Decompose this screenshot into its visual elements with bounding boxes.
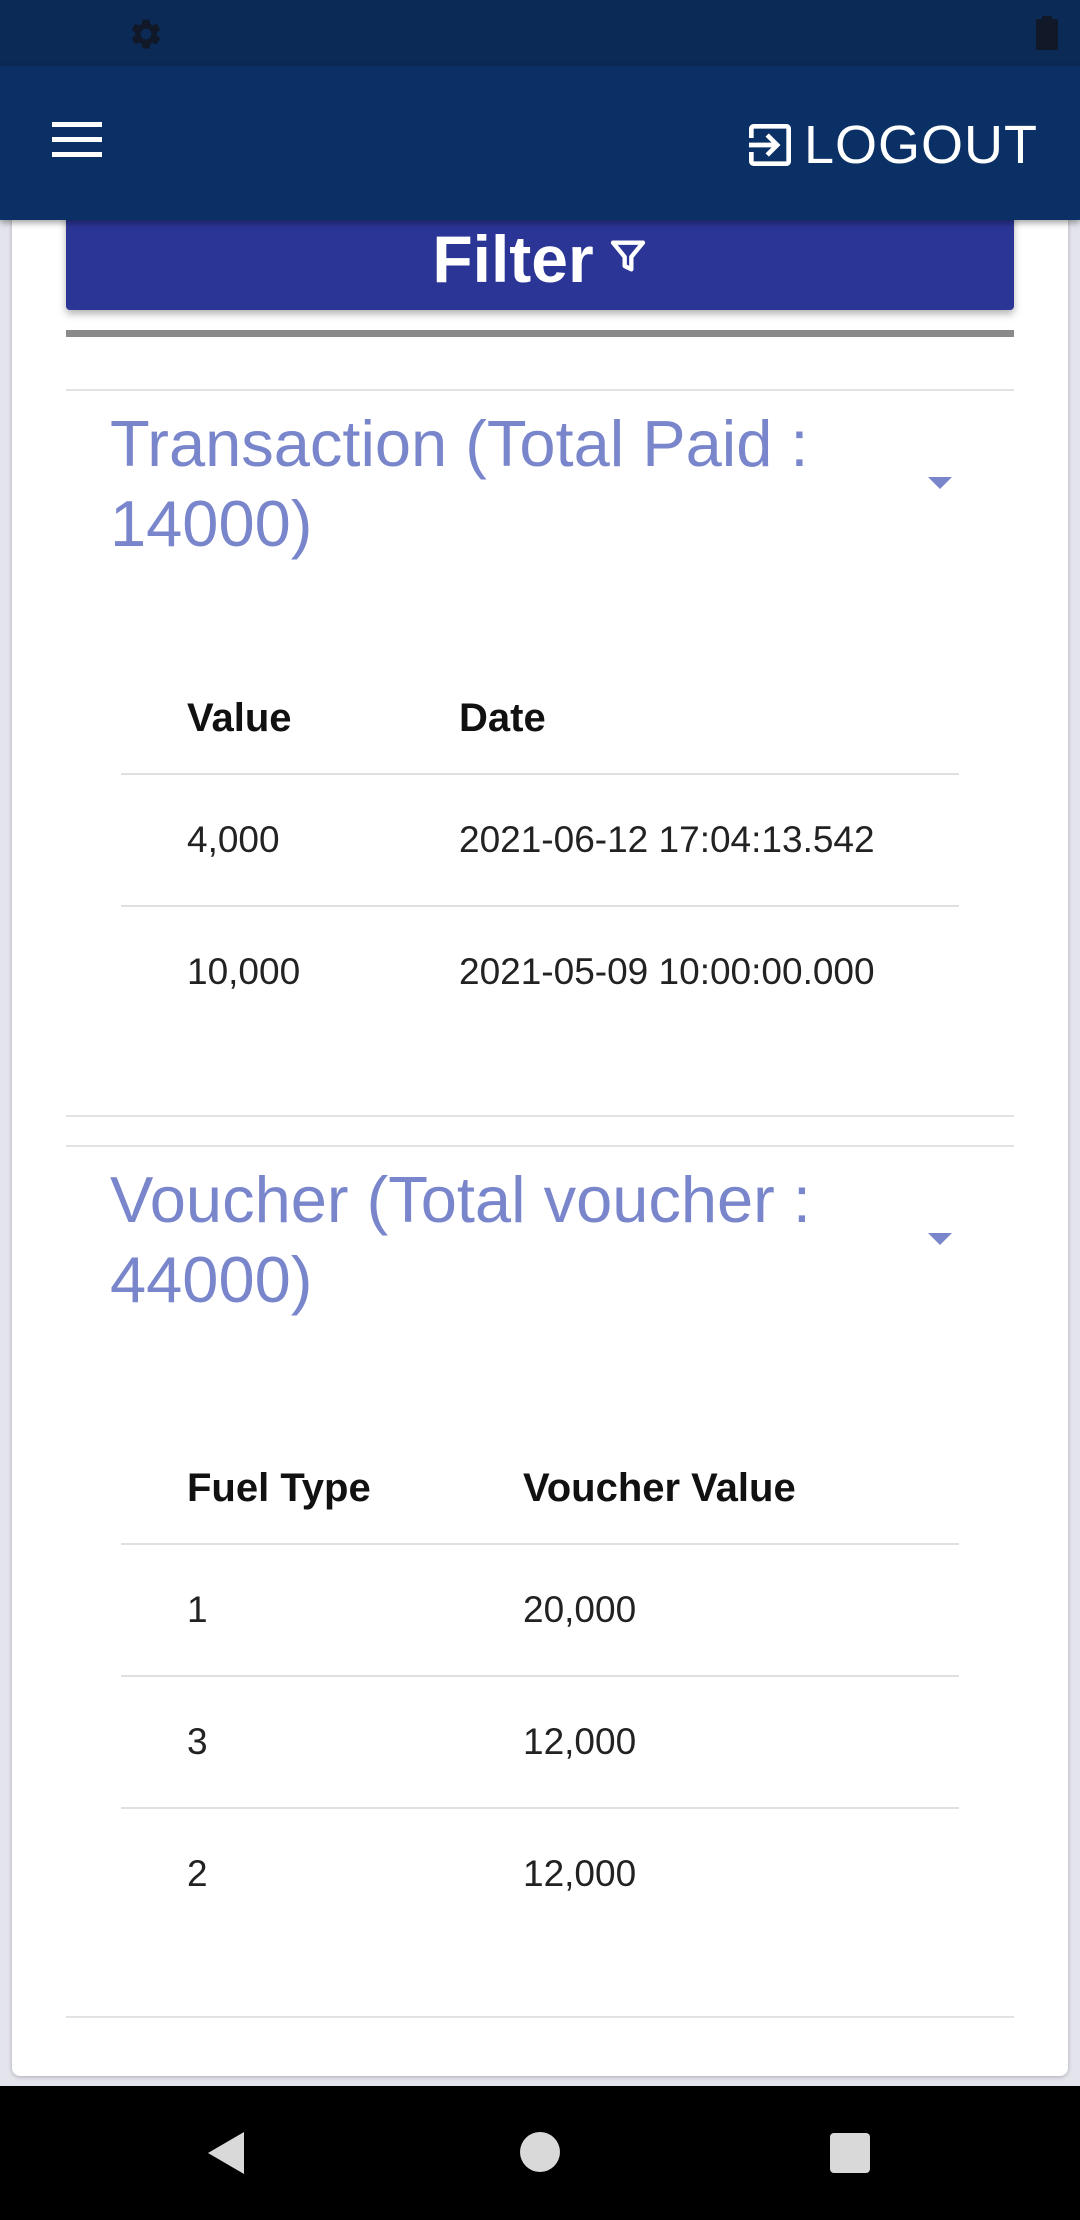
- column-header-date: Date: [393, 663, 959, 775]
- transaction-section-title[interactable]: Transaction (Total Paid : 14000): [110, 404, 890, 564]
- back-triangle-icon[interactable]: [204, 2130, 248, 2176]
- battery-icon: [1036, 16, 1058, 50]
- section-divider: [66, 1115, 1014, 1117]
- chevron-down-icon[interactable]: [928, 477, 952, 489]
- hamburger-menu-icon[interactable]: [48, 116, 106, 164]
- column-header-voucher-value: Voucher Value: [457, 1433, 959, 1545]
- app-bar: LOGOUT: [0, 66, 1080, 220]
- table-row: 2 12,000: [121, 1808, 959, 1939]
- voucher-value: 12,000: [523, 1853, 637, 1894]
- home-circle-icon[interactable]: [519, 2131, 561, 2173]
- fuel-type: 3: [121, 1676, 457, 1809]
- logout-label: LOGOUT: [804, 115, 1039, 175]
- logout-icon: [749, 124, 791, 166]
- voucher-table: Fuel Type Voucher Value 1 20,000 3 12,00…: [121, 1433, 959, 1939]
- transaction-date: 2021-05-09 10:00:00.000: [459, 951, 875, 992]
- filter-funnel-icon: [610, 240, 645, 272]
- table-header-row: Fuel Type Voucher Value: [121, 1433, 959, 1545]
- status-bar: [0, 0, 1080, 66]
- chevron-down-icon[interactable]: [928, 1233, 952, 1245]
- recent-apps-square-icon[interactable]: [829, 2132, 871, 2174]
- transaction-date: 2021-06-12 17:04:13.542: [393, 774, 959, 907]
- section-divider: [66, 2016, 1014, 2018]
- voucher-section-title[interactable]: Voucher (Total voucher : 44000): [110, 1160, 890, 1320]
- section-divider: [66, 1145, 1014, 1147]
- filter-label: Filter: [432, 222, 594, 296]
- transaction-value: 4,000: [121, 774, 393, 907]
- fuel-type: 1: [121, 1544, 457, 1677]
- filter-button[interactable]: Filter: [66, 208, 1014, 310]
- table-header-row: Value Date: [121, 663, 959, 775]
- section-divider: [66, 389, 1014, 391]
- logout-button[interactable]: LOGOUT: [742, 110, 1038, 180]
- table-row: 3 12,000: [121, 1676, 959, 1809]
- table-row: 4,000 2021-06-12 17:04:13.542: [121, 774, 959, 907]
- voucher-value: 20,000: [457, 1544, 959, 1677]
- filter-divider: [66, 330, 1014, 337]
- column-header-value: Value: [121, 663, 393, 775]
- transaction-table: Value Date 4,000 2021-06-12 17:04:13.542…: [121, 663, 959, 1037]
- table-row: 1 20,000: [121, 1544, 959, 1677]
- fuel-type: 2: [187, 1853, 208, 1894]
- table-row: 10,000 2021-05-09 10:00:00.000: [121, 906, 959, 1037]
- column-header-fuel-type: Fuel Type: [121, 1433, 457, 1545]
- transaction-value: 10,000: [187, 951, 301, 992]
- system-nav-bar: [0, 2086, 1080, 2220]
- gear-icon: [131, 19, 161, 49]
- voucher-value: 12,000: [457, 1676, 959, 1809]
